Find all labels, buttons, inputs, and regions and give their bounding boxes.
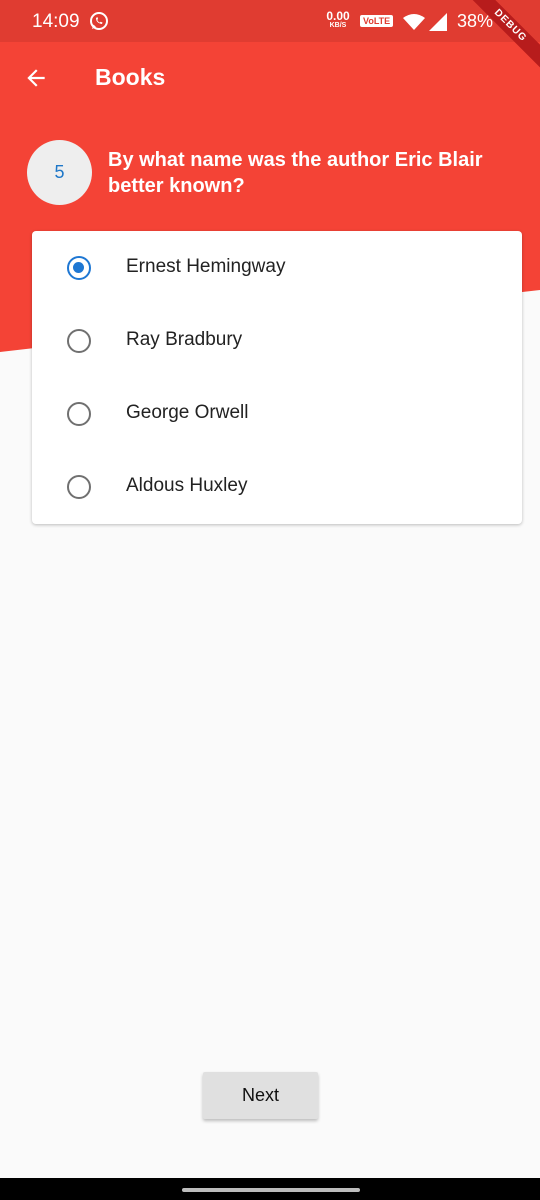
radio-unselected-icon[interactable] xyxy=(67,329,91,353)
answer-option-label: George Orwell xyxy=(126,402,249,423)
answer-option[interactable]: George Orwell xyxy=(32,377,522,450)
question-number-badge: 5 xyxy=(27,140,92,205)
net-speed-unit: KB/S xyxy=(329,22,347,29)
answer-option[interactable]: Aldous Huxley xyxy=(32,450,522,523)
radio-unselected-icon[interactable] xyxy=(67,475,91,499)
answer-option-label: Aldous Huxley xyxy=(126,475,248,496)
net-speed: 0.00 KB/S xyxy=(325,10,351,29)
question-text: By what name was the author Eric Blair b… xyxy=(108,149,483,197)
back-button[interactable] xyxy=(20,62,52,94)
wifi-icon xyxy=(403,14,425,30)
net-speed-value: 0.00 xyxy=(326,9,350,23)
answer-option[interactable]: Ray Bradbury xyxy=(32,304,522,377)
status-bar: 14:09 0.00 KB/S VoLTE 38% xyxy=(0,0,540,42)
arrow-left-icon xyxy=(27,69,45,87)
next-button[interactable]: Next xyxy=(203,1072,318,1119)
radio-selected-icon[interactable] xyxy=(67,256,91,280)
system-nav-bar xyxy=(0,1178,540,1200)
whatsapp-icon xyxy=(90,12,108,30)
status-time: 14:09 xyxy=(32,11,80,32)
signal-icon xyxy=(429,13,447,31)
page-title: Books xyxy=(95,64,166,90)
answer-option-label: Ernest Hemingway xyxy=(126,256,286,277)
volte-badge: VoLTE xyxy=(360,15,394,27)
radio-unselected-icon[interactable] xyxy=(67,402,91,426)
home-gesture-handle[interactable] xyxy=(182,1188,360,1192)
answer-option-label: Ray Bradbury xyxy=(126,329,243,350)
answer-options-card: Ernest Hemingway Ray Bradbury George Orw… xyxy=(32,231,522,524)
app-bar: Books xyxy=(0,42,540,114)
answer-option[interactable]: Ernest Hemingway xyxy=(32,231,522,304)
